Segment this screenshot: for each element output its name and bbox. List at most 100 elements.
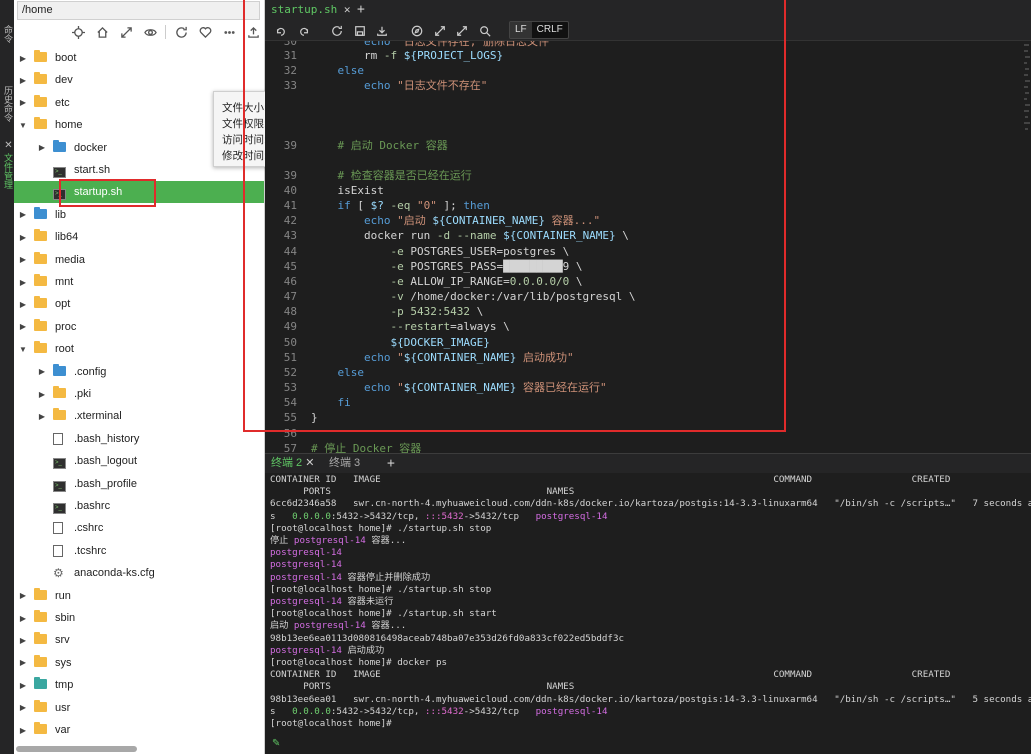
tree-item-label: .bash_profile — [74, 477, 137, 490]
terminal-line: s 0.0.0.0:5432->5432/tcp, :::5432->5432/… — [270, 510, 608, 522]
tree-item-root[interactable]: ▼ root — [14, 338, 264, 360]
tree-item-label: proc — [55, 320, 77, 333]
chevron-right-icon[interactable]: ▶ — [18, 614, 28, 623]
chevron-right-icon[interactable]: ▶ — [18, 98, 28, 107]
tab-terminal-2[interactable]: 终端 2 ✕ — [271, 454, 314, 473]
tree-item-sys[interactable]: ▶ sys — [14, 652, 264, 674]
tree-item-bash-history[interactable]: .bash_history — [14, 428, 264, 450]
chevron-right-icon[interactable]: ▶ — [18, 233, 28, 242]
locate-icon[interactable] — [69, 24, 87, 41]
tree-item-label: usr — [55, 701, 71, 714]
heart-icon[interactable] — [196, 24, 214, 41]
tree-item-label: .pki — [74, 388, 92, 400]
terminal-line: [root@localhost home]# ./startup.sh star… — [270, 608, 497, 620]
chevron-right-icon[interactable]: ▶ — [18, 322, 28, 331]
tab-terminal-3[interactable]: 终端 3 — [329, 454, 360, 473]
home-icon[interactable] — [93, 24, 111, 41]
tree-item-label: docker — [74, 141, 108, 154]
chevron-right-icon[interactable]: ▶ — [18, 54, 28, 63]
tree-item-var[interactable]: ▶ var — [14, 719, 264, 741]
tree-item-tcshrc[interactable]: .tcshrc — [14, 540, 264, 562]
tree-item-config[interactable]: ▶ .config — [14, 361, 264, 383]
tree-item-xterminal[interactable]: ▶ .xterminal — [14, 405, 264, 427]
tree-item-bashrc[interactable]: >_ .bashrc — [14, 495, 264, 517]
terminal-line: postgresql-14 启动成功 — [270, 644, 385, 656]
rail-tab-commands[interactable]: 命令 — [0, 14, 14, 54]
tree-item-label: start.sh — [74, 164, 111, 176]
terminal-tab-close-icon[interactable]: ✕ — [305, 457, 314, 469]
chevron-right-icon[interactable]: ▶ — [18, 591, 28, 600]
folder-icon — [34, 610, 48, 624]
chevron-down-icon[interactable]: ▼ — [18, 121, 28, 130]
chevron-right-icon[interactable]: ▶ — [37, 390, 47, 399]
eye-icon[interactable] — [141, 24, 159, 41]
chevron-down-icon[interactable]: ▼ — [18, 345, 28, 354]
tree-item-media[interactable]: ▶ media — [14, 249, 264, 271]
tree-item-tmp[interactable]: ▶ tmp — [14, 674, 264, 696]
sidebar-toolbar — [69, 24, 262, 41]
terminal-line: postgresql-14 — [270, 559, 342, 571]
tree-item-anaconda-ks-cfg[interactable]: ⚙ anaconda-ks.cfg — [14, 562, 264, 584]
tree-item-label: etc — [55, 96, 70, 109]
path-input[interactable]: /home — [17, 1, 260, 20]
side-rail: 命令 历史命令 ✕ 文件管理 — [0, 0, 14, 754]
chevron-right-icon[interactable]: ▶ — [18, 76, 28, 85]
tree-item-label: lib — [55, 208, 67, 221]
tree-item-cshrc[interactable]: .cshrc — [14, 517, 264, 539]
sidebar-scrollbar[interactable] — [16, 746, 137, 752]
terminal-line: s 0.0.0.0:5432->5432/tcp, :::5432->5432/… — [270, 705, 608, 717]
tree-item-label: sbin — [55, 612, 76, 624]
folder-icon — [34, 341, 48, 355]
tree-item-bash-logout[interactable]: >_ .bash_logout — [14, 450, 264, 472]
tree-item-lib[interactable]: ▶ lib — [14, 204, 264, 226]
file-icon — [53, 432, 67, 445]
refresh-icon[interactable] — [172, 24, 190, 41]
terminal-pen-icon[interactable]: ✎ — [272, 738, 280, 749]
folder-icon — [34, 654, 48, 669]
code-token: # 停止 Docker 容器 — [311, 442, 422, 453]
tree-item-label: .config — [74, 365, 107, 378]
terminal-output[interactable]: CONTAINER ID IMAGE COMMAND CREATED PORTS… — [265, 473, 1031, 754]
file-icon — [53, 522, 67, 535]
tree-item-bash-profile[interactable]: >_ .bash_profile — [14, 473, 264, 495]
chevron-right-icon[interactable]: ▶ — [37, 412, 47, 421]
tree-item-dev[interactable]: ▶ dev — [14, 69, 264, 91]
chevron-right-icon[interactable]: ▶ — [37, 367, 47, 376]
tree-item-srv[interactable]: ▶ srv — [14, 629, 264, 651]
tree-item-pki[interactable]: ▶ .pki — [14, 383, 264, 405]
chevron-right-icon[interactable]: ▶ — [18, 726, 28, 735]
chevron-right-icon[interactable]: ▶ — [18, 300, 28, 309]
tree-item-run[interactable]: ▶ run — [14, 585, 264, 607]
tree-item-lib64[interactable]: ▶ lib64 — [14, 226, 264, 248]
chevron-right-icon[interactable]: ▶ — [18, 636, 28, 645]
tree-item-label: .tcshrc — [74, 544, 107, 557]
folder-icon — [34, 632, 48, 646]
expand-icon[interactable] — [117, 24, 135, 41]
tree-item-label: run — [55, 589, 71, 602]
tree-item-proc[interactable]: ▶ proc — [14, 316, 264, 338]
folder-icon — [34, 94, 48, 109]
new-terminal-button[interactable]: + — [387, 454, 395, 473]
tree-item-sbin[interactable]: ▶ sbin — [14, 607, 264, 629]
tree-item-label: media — [55, 253, 85, 266]
chevron-right-icon[interactable]: ▶ — [18, 255, 28, 264]
terminal-line: 6cc6d2346a58 swr.cn-north-4.myhuaweiclou… — [270, 498, 1031, 510]
tree-item-label: .bash_history — [74, 432, 140, 445]
terminal-line: PORTS NAMES — [270, 486, 575, 498]
tree-item-mnt[interactable]: ▶ mnt — [14, 271, 264, 293]
chevron-right-icon[interactable]: ▶ — [18, 681, 28, 690]
chevron-right-icon[interactable]: ▶ — [37, 143, 47, 152]
chevron-right-icon[interactable]: ▶ — [18, 703, 28, 712]
tree-item-usr[interactable]: ▶ usr — [14, 697, 264, 719]
chevron-right-icon[interactable]: ▶ — [18, 210, 28, 219]
chevron-right-icon[interactable]: ▶ — [18, 278, 28, 287]
rail-tab-files[interactable]: 文件管理 — [0, 148, 14, 194]
tree-item-boot[interactable]: ▶ boot — [14, 47, 264, 69]
toolbar-divider — [165, 25, 166, 39]
tree-item-opt[interactable]: ▶ opt — [14, 293, 264, 315]
rail-tab-history[interactable]: 历史命令 — [0, 78, 14, 130]
chevron-right-icon[interactable]: ▶ — [18, 658, 28, 667]
editor-minimap[interactable] — [1022, 41, 1031, 453]
more-icon[interactable] — [220, 24, 238, 41]
terminal-line: 98b13ee6ea01 swr.cn-north-4.myhuaweiclou… — [270, 693, 1031, 705]
